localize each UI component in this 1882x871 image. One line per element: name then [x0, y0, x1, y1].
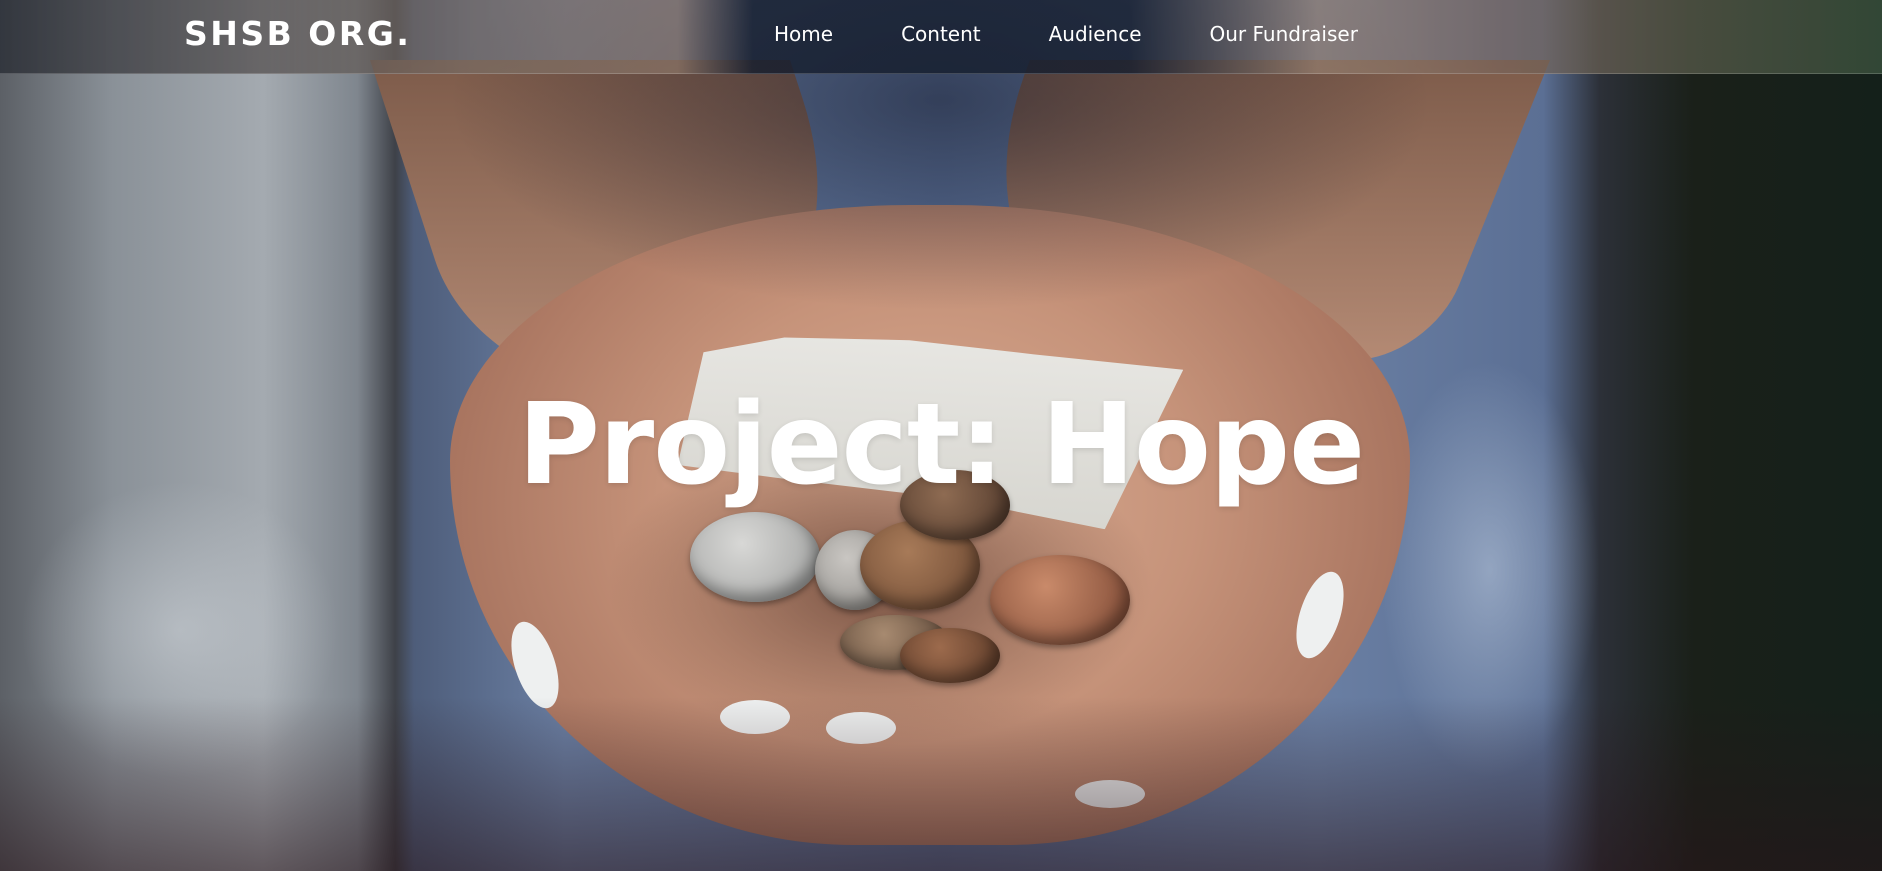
nav-link-our-fundraiser[interactable]: Our Fundraiser	[1176, 22, 1392, 46]
top-navbar: SHSB ORG. Home Content Audience Our Fund…	[0, 0, 1882, 74]
hero-title: Project: Hope	[517, 380, 1365, 510]
nav-link-audience[interactable]: Audience	[1015, 22, 1176, 46]
nav-links: Home Content Audience Our Fundraiser	[740, 0, 1392, 68]
nav-link-content[interactable]: Content	[867, 22, 1015, 46]
nav-link-home[interactable]: Home	[740, 22, 867, 46]
page: SHSB ORG. Home Content Audience Our Fund…	[0, 0, 1882, 871]
brand-logo-text[interactable]: SHSB ORG.	[184, 12, 411, 56]
